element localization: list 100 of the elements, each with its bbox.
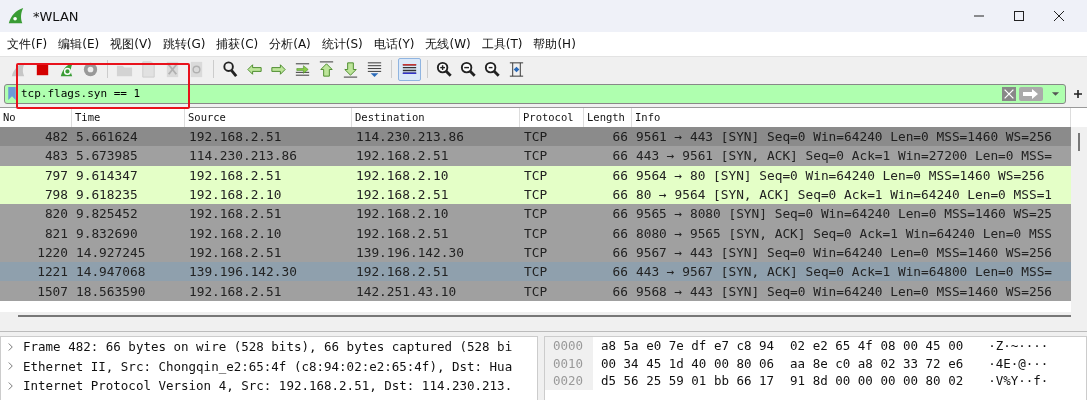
table-cell-text: 14.927245 [75, 244, 147, 260]
close-icon[interactable] [1053, 10, 1065, 22]
table-cell-text: 797 [43, 167, 69, 183]
tree-item[interactable]: Internet Protocol Version 4, Src: 192.168.2.51, Dst: 114.230.213. [23, 378, 513, 394]
table-cell-text: 192.168.2.10 [355, 206, 450, 222]
table-cell-text: 66 [611, 148, 629, 164]
table-cell-text: 798 [43, 187, 69, 203]
table-cell-text: 8080 → 9565 [SYN, ACK] Seq=0 Ack=1 Win=64240 Len=0 MSS [635, 225, 1054, 241]
table-cell-text: 192.168.2.51 [188, 129, 283, 145]
menu-item[interactable]: 无线(W) [421, 35, 478, 53]
packet-row[interactable]: 797 9.614347 192.168.2.51 192.168.2.10 TCP 66 9564 → 80 [SYN] Seq=0 Win=64240 Len=0 MSS=1460 WS=256 [0, 165, 1071, 185]
table-cell-text: 66 [611, 187, 629, 203]
table-cell-text: TCP [523, 148, 549, 164]
table-cell-text: 192.168.2.10 [188, 225, 283, 241]
menu-item[interactable]: 分析(A) [265, 35, 318, 53]
hex-bytes: 02 e2 65 4f 08 00 45 00 [790, 338, 964, 354]
table-cell-text: TCP [523, 206, 549, 222]
table-cell-text: 482 [43, 129, 69, 145]
filter-bar[interactable]: tcp.flags.syn == 1 [4, 83, 1066, 104]
table-cell-text: 192.168.2.51 [188, 244, 283, 260]
table-cell-text: 483 [43, 148, 69, 164]
maximize-icon[interactable] [1013, 10, 1025, 22]
table-cell-text: 9561 → 443 [SYN] Seq=0 Win=64240 Len=0 MSS=1460 WS=256 [635, 129, 1054, 145]
colorize-icon[interactable] [398, 57, 421, 81]
table-cell-text: 18.563590 [75, 283, 147, 299]
table-cell-text: 192.168.2.51 [355, 225, 450, 241]
menu-item[interactable]: 工具(T) [477, 35, 530, 53]
packet-row[interactable]: 798 9.618235 192.168.2.10 192.168.2.51 TCP 66 80 → 9564 [SYN, ACK] Seq=0 Ack=1 Win=64240 Len=0 MSS=1 [0, 184, 1071, 205]
packet-row[interactable]: 1220 14.927245 192.168.2.51 139.196.142.30 TCP 66 9567 → 443 [SYN] Seq=0 Win=64240 Len=0 MSS=1460 WS=256 [0, 242, 1071, 263]
clear-icon[interactable] [1002, 86, 1016, 101]
table-cell-text: 9568 → 443 [SYN] Seq=0 Win=64240 Len=0 MSS=1460 WS=256 [635, 283, 1054, 299]
table-cell-text: 114.230.213.86 [188, 148, 298, 164]
table-cell-text: 9.825452 [75, 206, 139, 222]
table-cell-text: 1221 [36, 264, 69, 280]
tree-item[interactable]: Frame 482: 66 bytes on wire (528 bits), 66 bytes captured (528 bi [23, 339, 513, 355]
table-cell-text: 5.673985 [75, 148, 139, 164]
shark-fin-logo [7, 7, 25, 25]
menu-item[interactable]: 编辑(E) [54, 35, 107, 53]
table-cell-text: 9567 → 443 [SYN] Seq=0 Win=64240 Len=0 MSS=1460 WS=256 [635, 244, 1054, 260]
hex-bytes: 91 8d 00 00 00 00 80 02 [790, 373, 964, 389]
packet-row[interactable]: 821 9.832690 192.168.2.10 192.168.2.51 TCP 66 8080 → 9565 [SYN, ACK] Seq=0 Ack=1 Win=64240 Len=0 MSS [0, 223, 1071, 243]
table-cell-text: 9.614347 [75, 167, 139, 183]
table-cell-text: 66 [611, 225, 629, 241]
ascii-text: ·4E·@··· [988, 355, 1049, 371]
packet-row[interactable]: 1507 18.563590 192.168.2.51 142.251.43.10 TCP 66 9568 → 443 [SYN] Seq=0 Win=64240 Len=0 MSS=1460 WS=256 [0, 281, 1071, 301]
table-cell-text: 66 [611, 264, 629, 280]
table-cell-text: 192.168.2.51 [355, 148, 450, 164]
table-cell-text: 443 → 9561 [SYN, ACK] Seq=0 Ack=1 Win=27200 Len=0 MSS= [635, 148, 1054, 164]
ascii-text: ·Z·~···· [988, 338, 1049, 354]
table-cell-text: 9564 → 80 [SYN] Seq=0 Win=64240 Len=0 MSS=1460 WS=256 [635, 167, 1046, 183]
packet-row[interactable]: 1221 14.947068 139.196.142.30 192.168.2.51 TCP 66 443 → 9567 [SYN, ACK] Seq=0 Ack=1 Win=64800 Len=0 MSS= [0, 262, 1071, 282]
table-cell-text: 66 [611, 129, 629, 145]
bookmark-icon[interactable] [7, 86, 17, 101]
table-cell-text: TCP [523, 283, 549, 299]
table-cell-text: 192.168.2.51 [355, 264, 450, 280]
menu-item[interactable]: 视图(V) [106, 35, 159, 53]
menu-item[interactable]: 文件(F) [3, 35, 55, 53]
filter-input[interactable]: tcp.flags.syn == 1 [21, 87, 1002, 100]
tree-item[interactable]: Ethernet II, Src: Chongqin_e2:65:4f (c8:94:02:e2:65:4f), Dst: Hua [23, 358, 513, 374]
table-cell-text: 139.196.142.30 [188, 264, 298, 280]
menu-item[interactable]: 捕获(C) [212, 35, 266, 53]
table-cell-text: 66 [611, 167, 629, 183]
table-cell-text: 443 → 9567 [SYN, ACK] Seq=0 Ack=1 Win=64800 Len=0 MSS= [635, 264, 1054, 280]
table-cell-text: 66 [611, 283, 629, 299]
table-cell-text: 192.168.2.51 [188, 283, 283, 299]
hex-bytes: 00 34 45 1d 40 00 80 06 [601, 355, 775, 371]
packet-row[interactable]: 483 5.673985 114.230.213.86 192.168.2.51 TCP 66 443 → 9561 [SYN, ACK] Seq=0 Ack=1 Win=27200 Len=0 MSS= [0, 146, 1071, 166]
table-cell-text: 142.251.43.10 [355, 283, 458, 299]
table-cell-text: 66 [611, 206, 629, 222]
add-filter-icon[interactable] [1073, 88, 1083, 99]
table-cell-text: 9.832690 [75, 225, 139, 241]
table-cell-text: 14.947068 [75, 264, 147, 280]
table-cell-text: TCP [523, 167, 549, 183]
hex-bytes: aa 8e c0 a8 02 33 72 e6 [790, 355, 964, 371]
table-cell-text: 821 [43, 225, 69, 241]
table-cell-text: 114.230.213.86 [355, 129, 465, 145]
table-cell-text: 5.661624 [75, 129, 139, 145]
menu-item[interactable]: 跳转(G) [158, 35, 213, 53]
menu-item[interactable]: 统计(S) [317, 35, 370, 53]
packet-row[interactable]: 482 5.661624 192.168.2.51 114.230.213.86 TCP 66 9561 → 443 [SYN] Seq=0 Win=64240 Len=0 MSS=1460 WS=256 [0, 127, 1071, 147]
menu-item[interactable]: 电话(Y) [369, 35, 422, 53]
table-cell-text: 9565 → 8080 [SYN] Seq=0 Win=64240 Len=0 MSS=1460 WS=25 [635, 206, 1054, 222]
table-cell-text: 192.168.2.51 [188, 167, 283, 183]
table-cell-text: TCP [523, 264, 549, 280]
table-cell-text: 9.618235 [75, 187, 139, 203]
table-cell-text: 192.168.2.10 [355, 167, 450, 183]
hex-offset: 0020 [545, 372, 593, 390]
hex-offset: 0000 [545, 337, 593, 355]
table-cell-text: 192.168.2.51 [355, 187, 450, 203]
dropdown-caret-icon[interactable] [1051, 90, 1060, 97]
table-cell-text: 1507 [36, 283, 69, 299]
table-cell-text: 192.168.2.51 [188, 206, 283, 222]
table-cell-text: 1220 [36, 244, 69, 260]
table-cell-text: 192.168.2.10 [188, 187, 283, 203]
ascii-text: ·V%Y··f· [988, 373, 1049, 389]
table-cell-text: TCP [523, 225, 549, 241]
packet-row[interactable]: 820 9.825452 192.168.2.51 192.168.2.10 TCP 66 9565 → 8080 [SYN] Seq=0 Win=64240 Len=0 MSS=1460 WS=25 [0, 204, 1071, 224]
table-cell-text: 80 → 9564 [SYN, ACK] Seq=0 Ack=1 Win=64240 Len=0 MSS=1 [635, 187, 1054, 203]
menu-item[interactable]: 帮助(H) [529, 35, 583, 53]
hex-bytes: a8 5a e0 7e df e7 c8 94 [601, 338, 775, 354]
